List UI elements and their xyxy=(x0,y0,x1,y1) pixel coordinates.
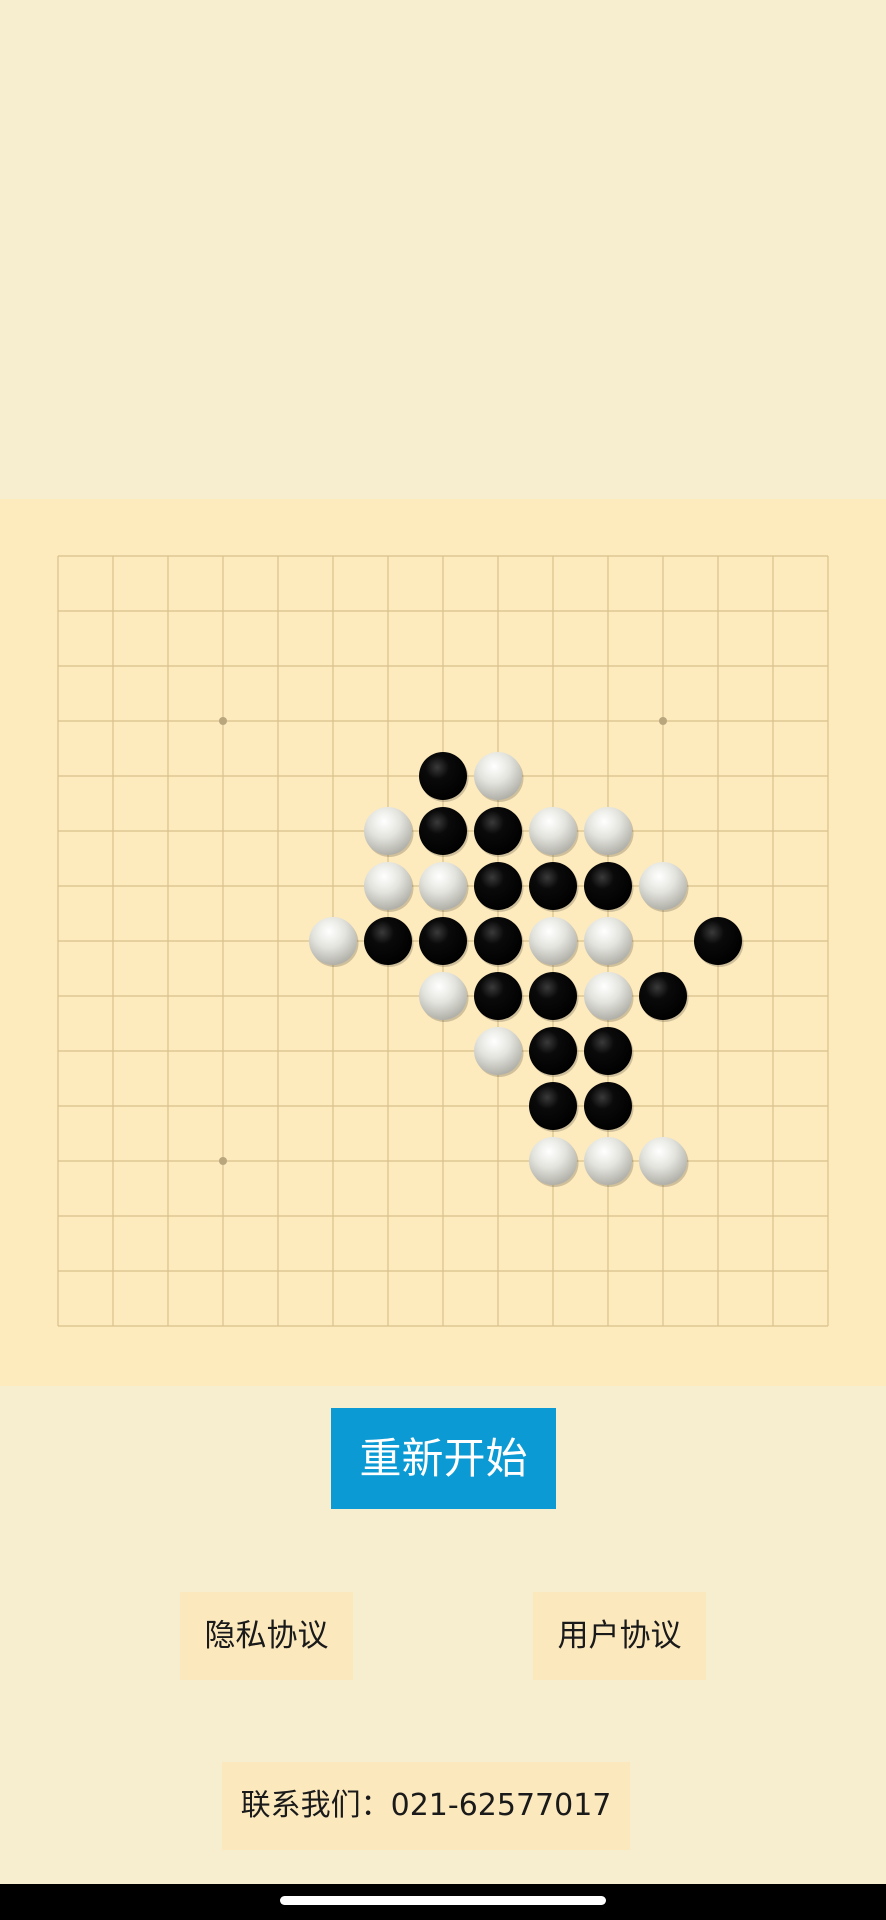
white-stone xyxy=(584,807,632,855)
contact-us-button[interactable]: 联系我们：021-62577017 xyxy=(222,1762,630,1850)
black-stone xyxy=(584,1082,632,1130)
white-stone xyxy=(584,917,632,965)
black-stone xyxy=(694,917,742,965)
black-stone xyxy=(419,752,467,800)
white-stone xyxy=(529,1137,577,1185)
white-stone xyxy=(584,1137,632,1185)
star-point xyxy=(219,1157,227,1165)
user-agreement-button[interactable]: 用户协议 xyxy=(533,1592,706,1680)
black-stone xyxy=(474,807,522,855)
black-stone xyxy=(529,862,577,910)
gomoku-board-area[interactable] xyxy=(0,499,886,1386)
white-stone xyxy=(584,972,632,1020)
white-stone xyxy=(474,752,522,800)
black-stone xyxy=(419,807,467,855)
black-stone xyxy=(364,917,412,965)
white-stone xyxy=(529,807,577,855)
star-point xyxy=(659,717,667,725)
restart-button[interactable]: 重新开始 xyxy=(331,1408,556,1509)
white-stone xyxy=(364,862,412,910)
white-stone xyxy=(364,807,412,855)
white-stone xyxy=(419,862,467,910)
black-stone xyxy=(529,1082,577,1130)
black-stone xyxy=(474,862,522,910)
white-stone xyxy=(639,1137,687,1185)
black-stone xyxy=(474,917,522,965)
black-stone xyxy=(584,1027,632,1075)
stones-layer xyxy=(309,752,744,1187)
white-stone xyxy=(419,972,467,1020)
star-point xyxy=(219,717,227,725)
home-indicator[interactable] xyxy=(280,1896,606,1905)
privacy-policy-button[interactable]: 隐私协议 xyxy=(180,1592,353,1680)
black-stone xyxy=(474,972,522,1020)
white-stone xyxy=(309,917,357,965)
white-stone xyxy=(474,1027,522,1075)
black-stone xyxy=(419,917,467,965)
black-stone xyxy=(529,972,577,1020)
gomoku-board[interactable] xyxy=(0,499,886,1386)
white-stone xyxy=(639,862,687,910)
black-stone xyxy=(529,1027,577,1075)
black-stone xyxy=(584,862,632,910)
black-stone xyxy=(639,972,687,1020)
white-stone xyxy=(529,917,577,965)
